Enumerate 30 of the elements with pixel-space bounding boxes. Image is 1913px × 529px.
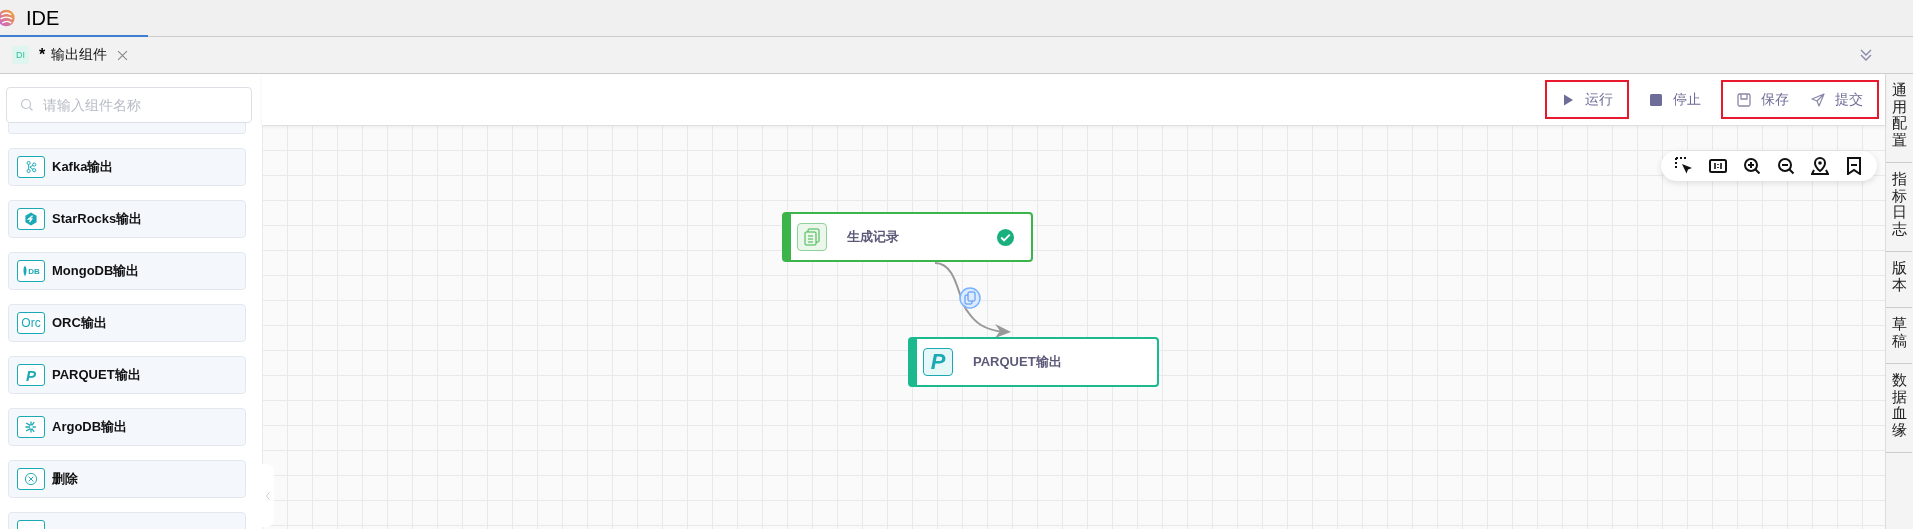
component-item[interactable]: DB MongoDB输出 bbox=[8, 252, 246, 290]
side-tab[interactable]: 版本 bbox=[1886, 252, 1912, 308]
side-tab[interactable]: 指标日志 bbox=[1886, 163, 1912, 252]
component-item[interactable]: StarRocks输出 bbox=[8, 200, 246, 238]
editor-tab[interactable]: DI * 输出组件 bbox=[0, 37, 139, 73]
tab-label: 输出组件 bbox=[51, 46, 108, 64]
search-field[interactable]: 请输入组件名称 bbox=[6, 87, 252, 123]
side-tab[interactable]: 数据血缘 bbox=[1886, 364, 1912, 453]
app-title: IDE bbox=[26, 6, 60, 30]
node-label: 生成记录 bbox=[847, 228, 900, 246]
component-item[interactable]: Orc ORC输出 bbox=[8, 304, 246, 342]
component-item[interactable]: P PARQUET输出 bbox=[8, 356, 246, 394]
stop-button[interactable]: 停止 bbox=[1643, 86, 1707, 113]
run-button[interactable]: 运行 bbox=[1555, 86, 1619, 113]
side-tab[interactable]: 通用配置 bbox=[1886, 74, 1912, 163]
tab-badge: DI bbox=[12, 46, 29, 64]
orc-icon: Orc bbox=[17, 312, 45, 334]
flow-node[interactable]: P PARQUET输出 bbox=[908, 337, 1159, 387]
submit-button[interactable]: 提交 bbox=[1805, 86, 1869, 113]
unsaved-mark: * bbox=[39, 46, 46, 64]
save-button[interactable]: 保存 bbox=[1731, 86, 1795, 113]
component-item[interactable]: 删除 bbox=[8, 460, 246, 498]
component-item[interactable]: ArgoDB输出 bbox=[8, 408, 246, 446]
parquet-icon: P bbox=[923, 348, 953, 376]
parquet-icon: P bbox=[17, 364, 45, 386]
mongodb-icon: DB bbox=[17, 260, 45, 282]
flow-node[interactable]: 生成记录 bbox=[782, 212, 1033, 262]
node-label: PARQUET输出 bbox=[973, 353, 1063, 371]
component-item[interactable]: Kafka输出 bbox=[8, 148, 246, 186]
side-tab[interactable]: 草稿 bbox=[1886, 308, 1912, 364]
